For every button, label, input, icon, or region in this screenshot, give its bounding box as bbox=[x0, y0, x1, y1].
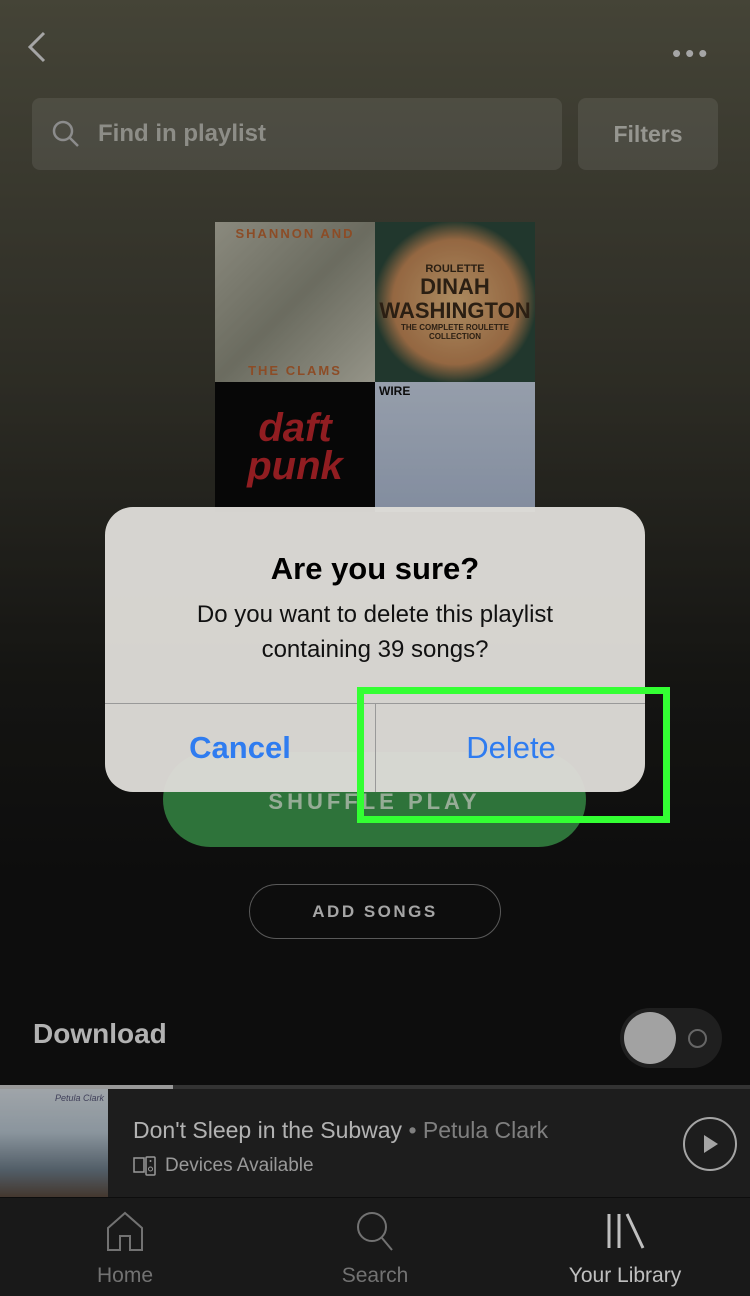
highlight-box bbox=[357, 687, 670, 823]
dialog-message: Do you want to delete this playlist cont… bbox=[196, 601, 554, 663]
cancel-button[interactable]: Cancel bbox=[105, 703, 375, 792]
dialog-title: Are you sure? bbox=[270, 551, 480, 586]
